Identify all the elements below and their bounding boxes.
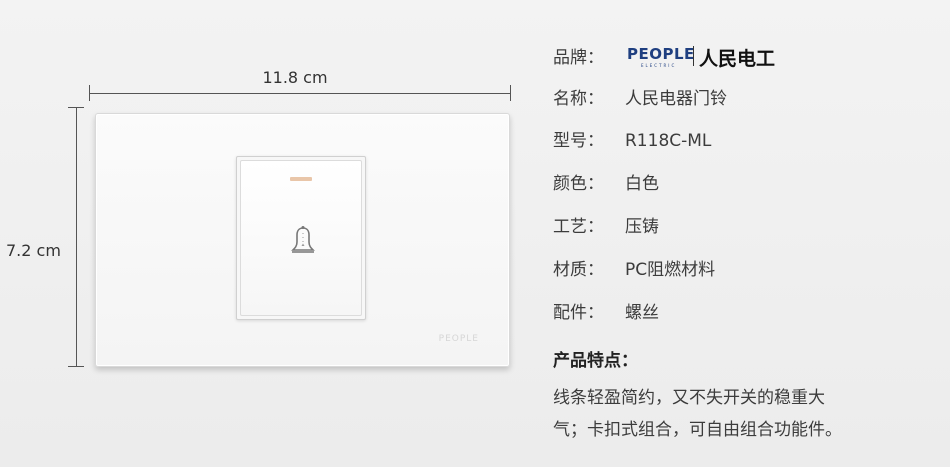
bell-icon — [291, 226, 315, 253]
spec-value: 人民电器门铃 — [625, 89, 727, 109]
spec-row-craft: 工艺： 压铸 — [553, 215, 659, 239]
spec-value: 压铸 — [625, 217, 659, 237]
height-label: 7.2 cm — [6, 241, 61, 260]
spec-key: 工艺： — [553, 217, 604, 237]
features-line: 线条轻盈简约，又不失开关的稳重大 — [553, 388, 825, 408]
spec-value: 白色 — [625, 174, 659, 194]
width-tick-left — [89, 85, 90, 101]
doorbell-button-frame — [236, 156, 366, 320]
doorbell-button — [240, 160, 362, 316]
indicator-light — [290, 177, 312, 181]
spec-key: 材质： — [553, 260, 604, 280]
spec-value: R118C-ML — [625, 131, 712, 151]
spec-key: 配件： — [553, 303, 604, 323]
spec-row-name: 名称： 人民电器门铃 — [553, 87, 727, 111]
spec-key: 颜色： — [553, 174, 604, 194]
spec-row-model: 型号： R118C-ML — [553, 129, 711, 153]
spec-key: 名称： — [553, 89, 604, 109]
spec-value: 螺丝 — [625, 303, 659, 323]
doorbell-plate: PEOPLE — [95, 113, 510, 367]
brand-separator — [693, 46, 694, 66]
spec-value: PC阻燃材料 — [625, 260, 716, 280]
brand-logo-en: PEOPLE — [627, 45, 695, 63]
spec-row-accessories: 配件： 螺丝 — [553, 301, 659, 325]
spec-row-brand: 品牌： — [553, 46, 625, 70]
height-tick-bottom — [68, 366, 84, 367]
width-tick-right — [510, 85, 511, 101]
plate-logo: PEOPLE — [438, 334, 479, 344]
width-dimension-line — [89, 93, 511, 94]
height-dimension-line — [76, 107, 77, 367]
spec-key: 品牌： — [553, 48, 604, 68]
spec-row-material: 材质： PC阻燃材料 — [553, 258, 715, 282]
brand-logo-cn: 人民电工 — [699, 48, 776, 70]
spec-key: 型号： — [553, 131, 604, 151]
features-line: 气；卡扣式组合，可自由组合功能件。 — [553, 420, 842, 440]
features-title: 产品特点： — [553, 351, 638, 371]
brand-logo-sub: ELECTRIC — [641, 63, 677, 68]
spec-row-color: 颜色： 白色 — [553, 172, 659, 196]
height-tick-top — [68, 107, 84, 108]
width-label: 11.8 cm — [262, 68, 328, 87]
